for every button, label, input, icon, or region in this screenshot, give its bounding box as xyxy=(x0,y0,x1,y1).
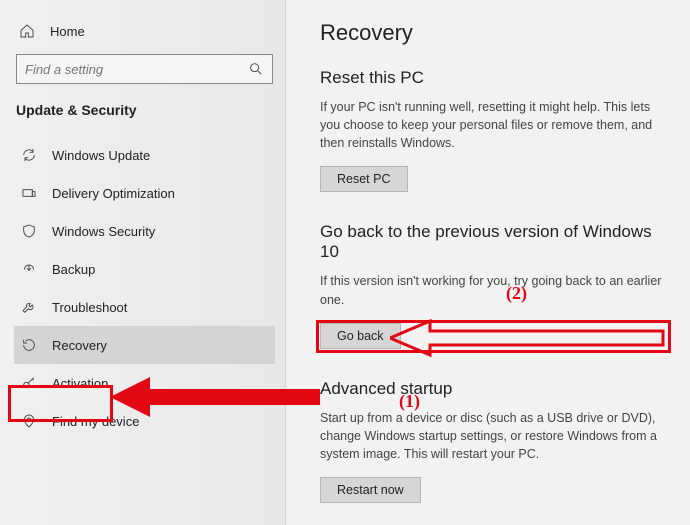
settings-sidebar: Home Update & Security Windows Update De… xyxy=(0,0,285,525)
search-icon xyxy=(247,60,264,78)
sidebar-item-windows-security[interactable]: Windows Security xyxy=(14,212,275,250)
recovery-icon xyxy=(20,336,38,354)
reset-pc-heading: Reset this PC xyxy=(320,68,668,88)
sidebar-item-find-my-device[interactable]: Find my device xyxy=(14,402,275,440)
advanced-startup-desc: Start up from a device or disc (such as … xyxy=(320,409,668,463)
advanced-startup-heading: Advanced startup xyxy=(320,379,668,399)
location-icon xyxy=(20,412,38,430)
sidebar-item-label: Delivery Optimization xyxy=(52,186,175,201)
sidebar-item-label: Activation xyxy=(52,376,108,391)
sidebar-item-label: Troubleshoot xyxy=(52,300,127,315)
sidebar-nav: Windows Update Delivery Optimization Win… xyxy=(14,136,275,440)
sidebar-item-label: Windows Update xyxy=(52,148,150,163)
search-input[interactable] xyxy=(25,62,247,77)
sidebar-item-backup[interactable]: Backup xyxy=(14,250,275,288)
wrench-icon xyxy=(20,298,38,316)
home-nav[interactable]: Home xyxy=(14,18,275,52)
page-title: Recovery xyxy=(320,20,668,46)
go-back-desc: If this version isn't working for you, t… xyxy=(320,272,668,308)
sidebar-item-activation[interactable]: Activation xyxy=(14,364,275,402)
search-input-container[interactable] xyxy=(16,54,273,84)
sync-icon xyxy=(20,146,38,164)
sidebar-item-label: Windows Security xyxy=(52,224,155,239)
reset-pc-button[interactable]: Reset PC xyxy=(320,166,408,192)
key-icon xyxy=(20,374,38,392)
content-pane: Recovery Reset this PC If your PC isn't … xyxy=(285,0,690,525)
backup-icon xyxy=(20,260,38,278)
sidebar-item-recovery[interactable]: Recovery xyxy=(14,326,275,364)
sidebar-section-title: Update & Security xyxy=(14,100,275,128)
sidebar-item-delivery-optimization[interactable]: Delivery Optimization xyxy=(14,174,275,212)
go-back-heading: Go back to the previous version of Windo… xyxy=(320,222,668,262)
go-back-section: Go back to the previous version of Windo… xyxy=(320,222,668,348)
sidebar-item-label: Recovery xyxy=(52,338,107,353)
delivery-icon xyxy=(20,184,38,202)
reset-pc-section: Reset this PC If your PC isn't running w… xyxy=(320,68,668,192)
advanced-startup-section: Advanced startup Start up from a device … xyxy=(320,379,668,503)
home-icon xyxy=(18,22,36,40)
sidebar-item-windows-update[interactable]: Windows Update xyxy=(14,136,275,174)
sidebar-item-label: Backup xyxy=(52,262,95,277)
go-back-button[interactable]: Go back xyxy=(320,323,401,349)
sidebar-item-troubleshoot[interactable]: Troubleshoot xyxy=(14,288,275,326)
reset-pc-desc: If your PC isn't running well, resetting… xyxy=(320,98,668,152)
shield-icon xyxy=(20,222,38,240)
restart-now-button[interactable]: Restart now xyxy=(320,477,421,503)
sidebar-item-label: Find my device xyxy=(52,414,139,429)
home-label: Home xyxy=(50,24,85,39)
